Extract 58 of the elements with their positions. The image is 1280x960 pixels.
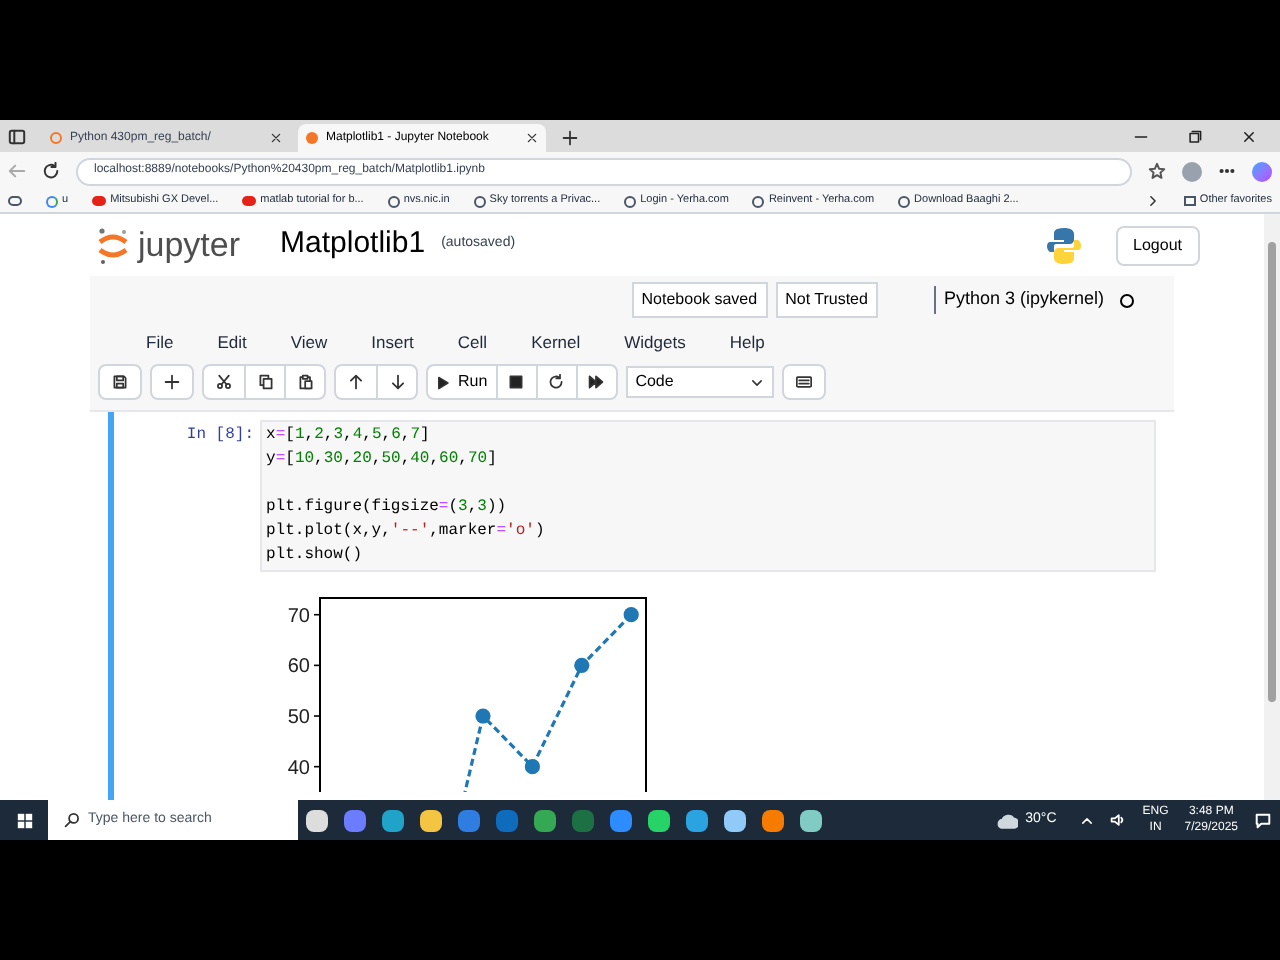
save-icon[interactable] <box>112 374 128 390</box>
y-tick-label: 60 <box>287 656 310 679</box>
move-down-icon[interactable] <box>389 374 405 390</box>
cell-type-dropdown[interactable]: Code <box>625 366 774 398</box>
save-status-indicator: Notebook saved <box>631 282 768 318</box>
trust-button[interactable]: Not Trusted <box>775 282 878 318</box>
python-logo-icon <box>1043 225 1084 265</box>
y-tick-label: 40 <box>287 757 310 780</box>
input-prompt: In [8]: <box>184 424 256 448</box>
chevron-up-icon[interactable] <box>1080 813 1095 827</box>
logout-button[interactable]: Logout <box>1115 225 1200 265</box>
speaker-icon[interactable] <box>1110 812 1127 828</box>
menu-item[interactable]: Edit <box>217 329 247 355</box>
y-tick-label: 70 <box>287 605 310 628</box>
chevron-right-icon[interactable] <box>1145 194 1160 208</box>
close-icon[interactable] <box>1242 130 1256 144</box>
data-point <box>524 759 540 775</box>
favorites-star-icon[interactable] <box>1148 162 1166 180</box>
scrollbar[interactable] <box>1264 214 1280 800</box>
data-point <box>574 657 590 673</box>
chevron-down-icon <box>749 375 764 389</box>
menu-item[interactable]: Kernel <box>531 329 581 355</box>
fast-forward-icon[interactable] <box>588 374 605 390</box>
play-icon <box>436 375 450 389</box>
restore-icon[interactable] <box>1188 130 1202 144</box>
data-point <box>623 607 639 623</box>
reload-icon[interactable] <box>42 162 60 180</box>
windows-start-icon[interactable] <box>15 811 33 829</box>
data-point <box>475 708 491 724</box>
cloud-icon <box>995 809 1018 831</box>
search-icon <box>64 812 80 828</box>
code-input-field[interactable]: x=[1,2,3,4,5,6,7] y=[10,30,20,50,40,60,70] plt.figure(figsize=(3,3)) plt.plot(x,y,'--',marker='o') plt.show() <box>260 420 1156 572</box>
menu-item[interactable]: Cell <box>457 329 488 355</box>
minimize-icon[interactable] <box>1134 130 1148 144</box>
menu-item[interactable]: Help <box>729 329 765 355</box>
tab-actions-icon[interactable] <box>8 128 26 146</box>
notebook-title[interactable]: Matplotlib1 <box>280 222 426 268</box>
y-tick-label: 50 <box>287 707 310 729</box>
paste-icon[interactable] <box>297 374 313 390</box>
close-icon[interactable] <box>270 132 282 144</box>
stop-icon[interactable] <box>508 374 525 390</box>
menu-item[interactable]: View <box>290 329 328 355</box>
keyboard-icon[interactable] <box>795 374 812 390</box>
move-up-icon[interactable] <box>348 374 364 390</box>
kernel-idle-icon <box>1120 293 1134 307</box>
kernel-name: Python 3 (ipykernel) <box>933 286 1104 314</box>
add-cell-icon[interactable] <box>164 374 180 390</box>
notifications-icon[interactable] <box>1254 811 1272 829</box>
menu-item[interactable]: Widgets <box>624 329 686 355</box>
menu-item[interactable]: File <box>146 329 174 355</box>
new-tab-icon[interactable] <box>562 130 578 146</box>
copy-icon[interactable] <box>257 374 273 390</box>
jupyter-logo-icon <box>96 225 130 265</box>
jupyter-wordmark: jupyter <box>138 223 241 268</box>
cut-icon[interactable] <box>216 374 232 390</box>
menu-item[interactable]: Insert <box>371 329 414 355</box>
close-icon[interactable] <box>526 132 538 144</box>
restart-icon[interactable] <box>548 374 565 390</box>
